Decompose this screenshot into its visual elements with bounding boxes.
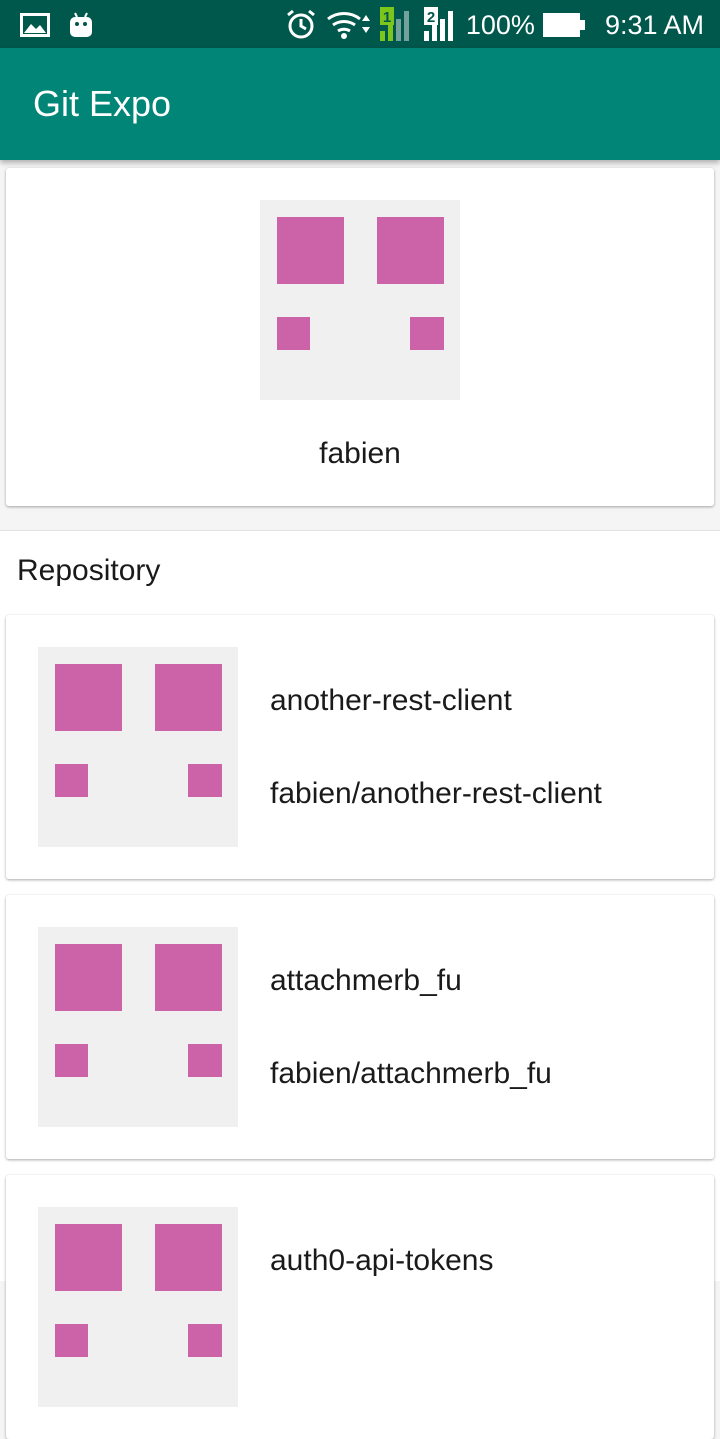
battery-icon bbox=[542, 13, 585, 37]
repo-name: another-rest-client bbox=[270, 684, 512, 717]
sim1-signal-icon: 1 bbox=[378, 7, 414, 43]
profile-avatar bbox=[260, 200, 460, 400]
repo-avatar bbox=[38, 647, 238, 847]
repo-card[interactable]: attachmerb_fu fabien/attachmerb_fu bbox=[6, 895, 714, 1159]
wifi-icon bbox=[326, 9, 370, 41]
profile-username: fabien bbox=[319, 437, 401, 470]
repo-full-name: fabien/another-rest-client bbox=[270, 777, 602, 810]
status-time: 9:31 AM bbox=[604, 10, 704, 40]
section-title: Repository bbox=[17, 554, 161, 587]
status-bar-left bbox=[20, 10, 94, 40]
profile-card[interactable]: fabien bbox=[6, 168, 714, 506]
image-icon bbox=[20, 12, 50, 38]
repo-avatar bbox=[38, 927, 238, 1127]
status-bar-right: 1 2 100% 9:31 AM bbox=[284, 6, 704, 44]
repo-card[interactable]: another-rest-client fabien/another-rest-… bbox=[6, 615, 714, 879]
android-icon bbox=[68, 11, 94, 39]
repo-card[interactable]: auth0-api-tokens bbox=[6, 1175, 714, 1439]
alarm-icon bbox=[284, 8, 318, 42]
repo-avatar bbox=[38, 1207, 238, 1407]
battery-percent: 100% bbox=[465, 10, 535, 40]
sim2-label: 2 bbox=[427, 9, 435, 26]
status-bar: 1 2 100% 9:31 AM bbox=[0, 0, 720, 48]
repo-name: auth0-api-tokens bbox=[270, 1244, 494, 1277]
app-bar: Git Expo bbox=[0, 48, 720, 160]
repo-full-name: fabien/attachmerb_fu bbox=[270, 1057, 552, 1090]
repository-section: Repository another-rest-client fabien/an… bbox=[0, 530, 720, 1439]
repo-name: attachmerb_fu bbox=[270, 964, 462, 997]
app-title: Git Expo bbox=[33, 83, 172, 124]
sim2-signal-icon: 2 bbox=[422, 7, 458, 43]
sim1-label: 1 bbox=[383, 9, 391, 26]
